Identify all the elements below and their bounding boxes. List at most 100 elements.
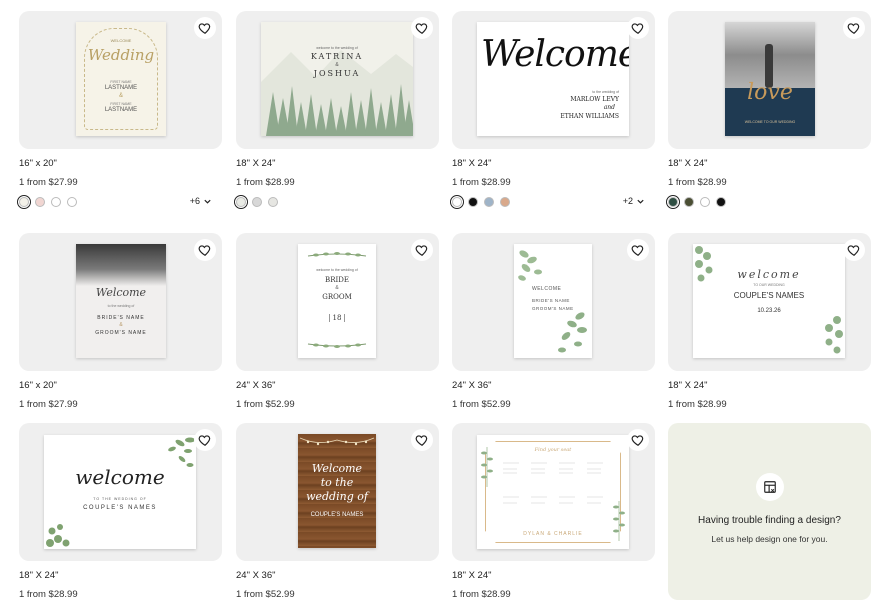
sign-text: Wedding [87, 46, 155, 64]
sign-text: BRIDE'S NAME [532, 298, 570, 303]
product-card[interactable]: Welcome to the wedding of BRIDE'S NAME &… [19, 233, 222, 410]
product-thumbnail[interactable]: WELCOME BRIDE'S NAME GROOM'S NAME [452, 233, 655, 371]
product-thumbnail[interactable]: welcome TO OUR WEDDING COUPLE'S NAMES 10… [668, 233, 871, 371]
color-swatch[interactable] [500, 197, 510, 207]
color-swatch[interactable] [700, 197, 710, 207]
sign-text: TO THE WEDDING OF [93, 497, 147, 501]
more-colors-button[interactable]: +2 [623, 196, 645, 206]
color-swatch[interactable] [252, 197, 262, 207]
color-swatch[interactable] [16, 194, 32, 210]
sign-text: love [747, 80, 793, 105]
product-price: 1 from $28.99 [668, 177, 727, 188]
favorite-button[interactable] [627, 239, 649, 261]
product-thumbnail[interactable]: welcome to the wedding of BRIDE & GROOM … [236, 233, 439, 371]
heart-icon [415, 435, 428, 446]
sign-preview: Welcome to the wedding of MARLOW LEVY an… [477, 22, 629, 136]
product-card[interactable]: welcome TO OUR WEDDING COUPLE'S NAMES 10… [668, 233, 871, 410]
product-thumbnail[interactable]: welcome TO THE WEDDING OF COUPLE'S NAMES [19, 423, 222, 561]
color-swatch[interactable] [684, 197, 694, 207]
sign-text: & [335, 285, 339, 291]
product-card[interactable]: WELCOME BRIDE'S NAME GROOM'S NAME 24" X … [452, 233, 655, 410]
design-request-icon [755, 473, 784, 501]
more-colors-button[interactable]: +6 [190, 196, 212, 206]
product-card[interactable]: Welcome to the wedding of MARLOW LEVY an… [449, 11, 655, 210]
favorite-button[interactable] [411, 239, 433, 261]
product-thumbnail[interactable]: Welcome to the wedding of BRIDE'S NAME &… [19, 233, 222, 371]
product-thumbnail[interactable]: WELCOME Wedding FIRST NAME LASTNAME & FI… [19, 11, 222, 149]
more-colors-count: +2 [622, 196, 633, 206]
sign-preview: WELCOME BRIDE'S NAME GROOM'S NAME [514, 244, 592, 358]
sign-text: COUPLE'S NAMES [310, 512, 364, 518]
sign-text: LASTNAME [104, 107, 138, 113]
sign-text: BRIDE'S NAME [97, 315, 145, 321]
product-card[interactable]: WELCOME Wedding FIRST NAME LASTNAME & FI… [16, 11, 222, 210]
product-price: 1 from $28.99 [19, 589, 78, 600]
chevron-down-icon [204, 199, 211, 204]
color-swatch[interactable] [484, 197, 494, 207]
favorite-button[interactable] [194, 239, 216, 261]
sign-text: to the wedding of [107, 304, 135, 308]
sign-text: WELCOME [110, 38, 132, 43]
more-colors-count: +6 [189, 196, 200, 206]
sign-text: LASTNAME [104, 85, 138, 91]
sign-text: DYLAN & CHARLIE [523, 531, 583, 537]
product-price: 1 from $28.99 [668, 399, 727, 410]
product-price: 1 from $28.99 [452, 177, 511, 188]
sign-text: FIRST NAME [110, 102, 132, 106]
sign-text: WELCOME [532, 286, 562, 292]
product-card[interactable]: Welcome to the wedding of COUPLE'S NAMES… [236, 423, 439, 600]
product-card[interactable]: welcome to the wedding of BRIDE & GROOM … [236, 233, 439, 410]
sign-preview: welcome TO OUR WEDDING COUPLE'S NAMES 10… [693, 244, 845, 358]
sign-preview: Find your seat DYLAN & CHARLIE [477, 435, 629, 549]
color-swatch[interactable] [449, 194, 465, 210]
color-swatch[interactable] [468, 197, 478, 207]
product-thumbnail[interactable]: Find your seat DYLAN & CHARLIE [452, 423, 655, 561]
sign-text: wedding of [306, 490, 368, 503]
color-swatches [16, 194, 77, 210]
pine-forest-illustration [261, 50, 413, 136]
heart-icon [198, 23, 211, 34]
seating-table-columns [503, 462, 603, 504]
color-swatch[interactable] [233, 194, 249, 210]
product-thumbnail[interactable]: welcome to the wedding of KATRINA & JOSH… [236, 11, 439, 149]
sign-text: ETHAN WILLIAMS [560, 113, 619, 120]
color-swatch[interactable] [51, 197, 61, 207]
product-size: 24" X 36" [236, 380, 276, 391]
sign-text: welcome to the wedding of [316, 46, 358, 50]
sign-preview: Welcome to the wedding of COUPLE'S NAMES [298, 434, 376, 548]
color-swatch[interactable] [67, 197, 77, 207]
sign-text: welcome to the wedding of [316, 268, 358, 272]
favorite-button[interactable] [411, 429, 433, 451]
greenery-garland-bottom [307, 343, 367, 348]
favorite-button[interactable] [194, 17, 216, 39]
favorite-button[interactable] [627, 429, 649, 451]
favorite-button[interactable] [843, 17, 865, 39]
color-swatch[interactable] [268, 197, 278, 207]
color-swatch[interactable] [35, 197, 45, 207]
color-swatches [665, 194, 726, 210]
sign-text: GROOM [322, 293, 352, 301]
heart-icon [198, 245, 211, 256]
color-swatch[interactable] [716, 197, 726, 207]
product-size: 18" X 24" [668, 380, 708, 391]
favorite-button[interactable] [627, 17, 649, 39]
heart-icon [847, 23, 860, 34]
heart-icon [415, 23, 428, 34]
favorite-button[interactable] [843, 239, 865, 261]
sign-text: to the wedding of [592, 90, 619, 94]
color-swatch[interactable] [665, 194, 681, 210]
heart-icon [847, 245, 860, 256]
product-card[interactable]: welcome TO THE WEDDING OF COUPLE'S NAMES… [19, 423, 222, 600]
sign-text: and [603, 104, 615, 111]
sign-text: welcome [75, 465, 165, 489]
product-thumbnail[interactable]: love WELCOME TO OUR WEDDING [668, 11, 871, 149]
design-help-card[interactable]: Having trouble finding a design? Let us … [668, 423, 871, 600]
product-card[interactable]: love WELCOME TO OUR WEDDING 18" X 24" 1 … [665, 11, 871, 210]
favorite-button[interactable] [194, 429, 216, 451]
product-thumbnail[interactable]: Welcome to the wedding of MARLOW LEVY an… [452, 11, 655, 149]
product-card[interactable]: welcome to the wedding of KATRINA & JOSH… [233, 11, 439, 210]
favorite-button[interactable] [411, 17, 433, 39]
product-card[interactable]: Find your seat DYLAN & CHARLIE 18" X 24"… [452, 423, 655, 600]
product-thumbnail[interactable]: Welcome to the wedding of COUPLE'S NAMES [236, 423, 439, 561]
watercolor-wash [76, 244, 166, 286]
